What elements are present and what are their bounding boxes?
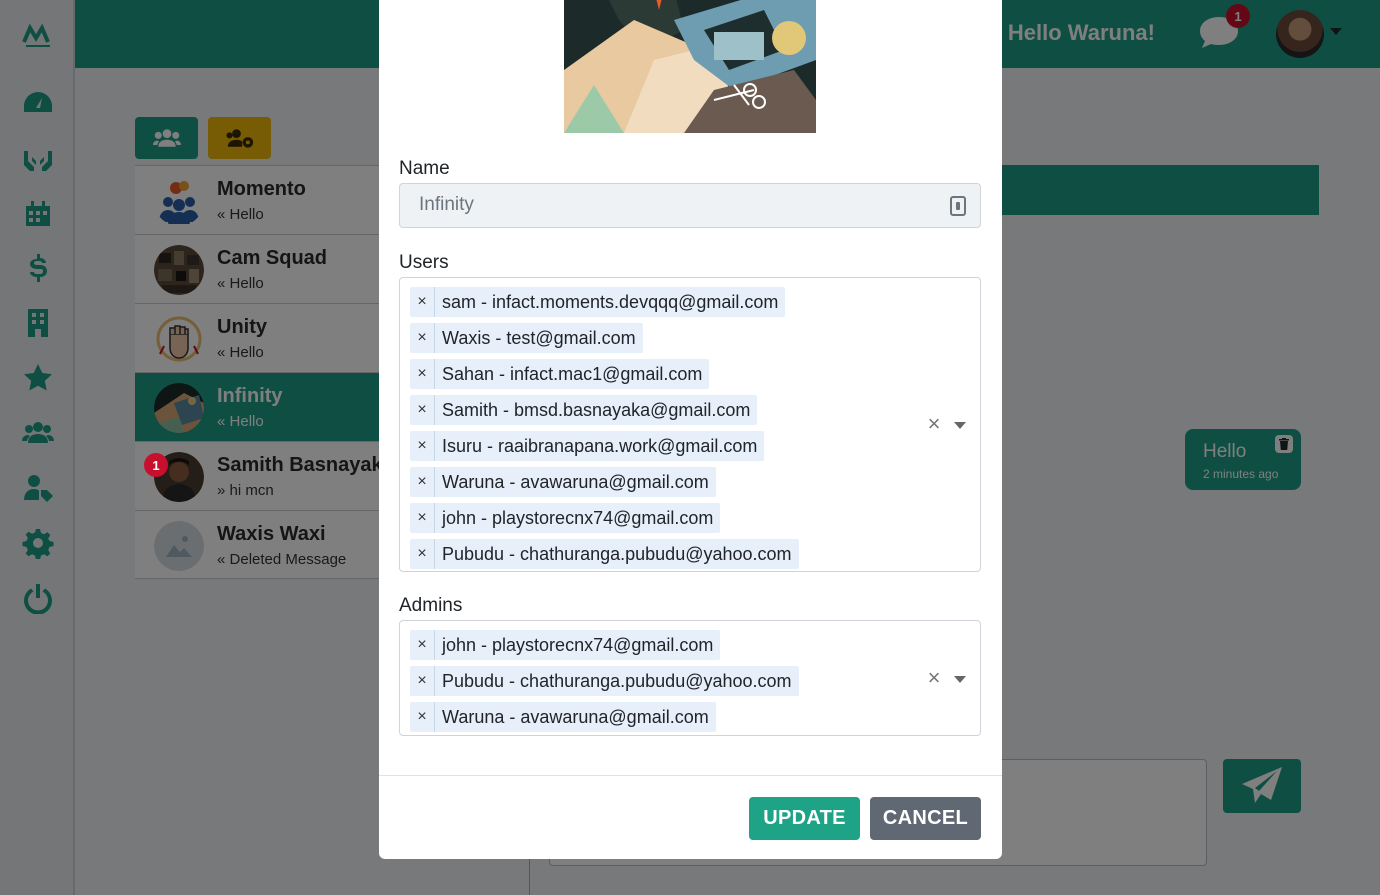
remove-tag-button[interactable]: ×: [410, 630, 435, 660]
admins-select[interactable]: × john - playstorecnx74@gmail.com × Pubudu…: [399, 620, 981, 736]
admin-tag: × Waruna - avawaruna@gmail.com: [410, 702, 716, 732]
cancel-button[interactable]: CANCEL: [870, 797, 981, 840]
modal-footer: UPDATE CANCEL: [379, 775, 1002, 859]
user-tag: × sam - infact.moments.devqqq@gmail.com: [410, 287, 786, 317]
group-image[interactable]: [564, 0, 816, 133]
remove-tag-button[interactable]: ×: [410, 666, 435, 696]
edit-group-modal: Name Infinity Users × sam - infact.moment…: [379, 0, 1002, 859]
remove-tag-button[interactable]: ×: [410, 323, 435, 353]
users-select[interactable]: × sam - infact.moments.devqqq@gmail.com ×…: [399, 277, 981, 572]
chevron-down-icon[interactable]: [954, 676, 966, 683]
chevron-down-icon[interactable]: [954, 422, 966, 429]
user-tag: × Samith - bmsd.basnayaka@gmail.com: [410, 395, 758, 425]
contact-card-icon: [950, 196, 966, 216]
remove-tag-button[interactable]: ×: [410, 287, 435, 317]
user-tag: × Sahan - infact.mac1@gmail.com: [410, 359, 710, 389]
remove-tag-button[interactable]: ×: [410, 539, 435, 569]
admin-tag: × Pubudu - chathuranga.pubudu@yahoo.com: [410, 666, 799, 696]
remove-tag-button[interactable]: ×: [410, 467, 435, 497]
remove-tag-button[interactable]: ×: [410, 359, 435, 389]
remove-tag-button[interactable]: ×: [410, 395, 435, 425]
clear-admins-button[interactable]: ×: [926, 665, 942, 691]
remove-tag-button[interactable]: ×: [410, 431, 435, 461]
admins-label: Admins: [399, 595, 463, 616]
user-tag: × Waxis - test@gmail.com: [410, 323, 643, 353]
user-tag: × Isuru - raaibranapana.work@gmail.com: [410, 431, 765, 461]
clear-users-button[interactable]: ×: [926, 411, 942, 437]
admin-tag: × john - playstorecnx74@gmail.com: [410, 630, 721, 660]
remove-tag-button[interactable]: ×: [410, 503, 435, 533]
user-tag: × Pubudu - chathuranga.pubudu@yahoo.com: [410, 539, 799, 569]
users-label: Users: [399, 252, 449, 273]
remove-tag-button[interactable]: ×: [410, 702, 435, 732]
update-button[interactable]: UPDATE: [749, 797, 860, 840]
user-tag: × Waruna - avawaruna@gmail.com: [410, 467, 716, 497]
user-tag: × john - playstorecnx74@gmail.com: [410, 503, 721, 533]
group-name-value: Infinity: [419, 194, 474, 215]
unread-badge: 1: [144, 453, 168, 477]
name-label: Name: [399, 158, 450, 179]
group-name-input[interactable]: Infinity: [399, 183, 981, 228]
